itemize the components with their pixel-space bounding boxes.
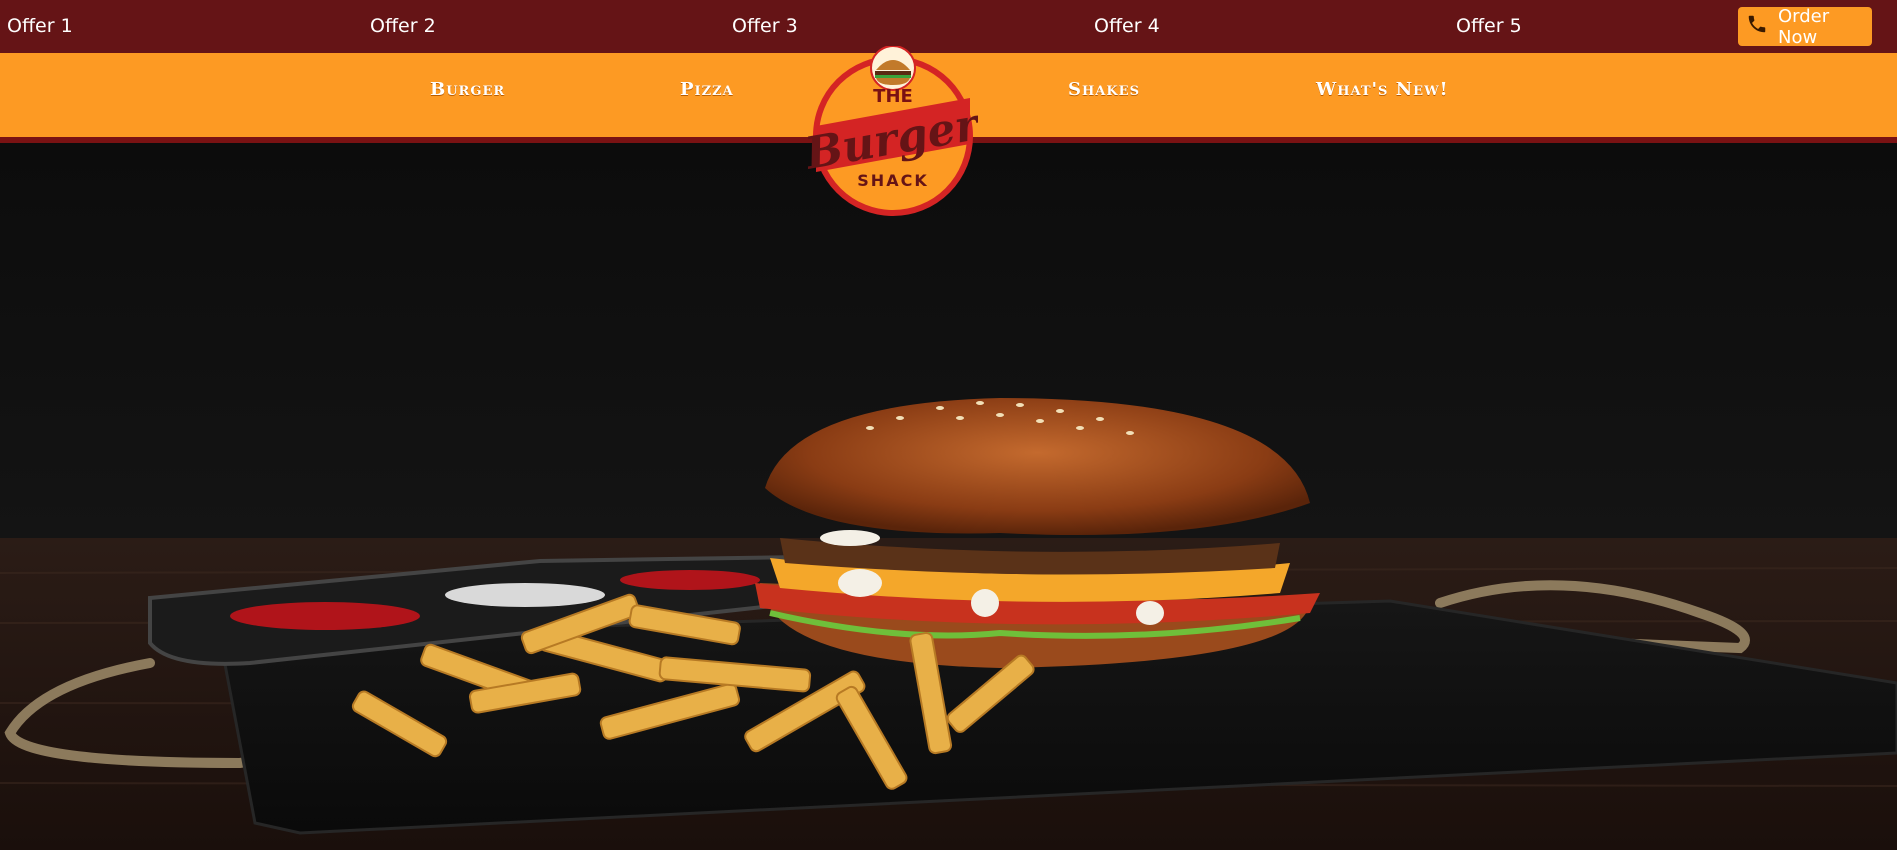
nav-pizza[interactable]: Pizza	[680, 79, 734, 100]
logo-text-bottom: SHACK	[857, 171, 928, 190]
brand-logo[interactable]: THE Burger SHACK	[800, 45, 985, 216]
offer-link-5[interactable]: Offer 5	[1456, 15, 1522, 37]
offer-link-4[interactable]: Offer 4	[1094, 15, 1160, 37]
offer-link-2[interactable]: Offer 2	[370, 15, 436, 37]
burger-emblem-icon	[870, 45, 916, 91]
nav-whats-new[interactable]: What's New!	[1316, 79, 1449, 100]
offer-link-1[interactable]: Offer 1	[7, 15, 73, 37]
order-now-button[interactable]: Order Now	[1738, 5, 1872, 48]
logo-text-top: THE	[873, 86, 913, 107]
nav-shakes[interactable]: Shakes	[1068, 79, 1140, 100]
phone-icon	[1746, 13, 1778, 40]
order-now-label: Order Now	[1778, 5, 1830, 48]
offer-link-3[interactable]: Offer 3	[732, 15, 798, 37]
nav-burger[interactable]: Burger	[430, 79, 505, 100]
hero-image	[0, 143, 1897, 850]
